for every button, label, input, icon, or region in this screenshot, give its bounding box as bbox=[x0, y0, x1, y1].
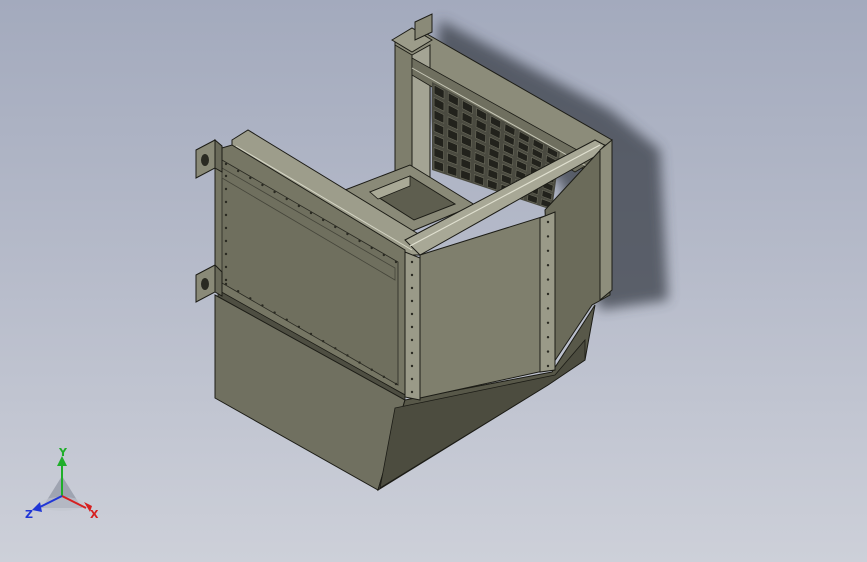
rivet bbox=[546, 249, 550, 252]
rivet bbox=[224, 278, 228, 282]
rivet bbox=[273, 311, 276, 314]
rivet bbox=[309, 332, 313, 336]
rivet bbox=[394, 260, 398, 264]
rivet bbox=[346, 354, 349, 357]
rivet bbox=[297, 204, 301, 208]
rivet bbox=[334, 225, 337, 229]
rivet bbox=[224, 174, 228, 178]
rivet bbox=[410, 299, 414, 303]
rivet bbox=[224, 252, 228, 256]
rivet bbox=[370, 246, 373, 250]
rivet bbox=[321, 339, 325, 343]
rivet bbox=[410, 325, 414, 329]
rivet bbox=[410, 286, 414, 290]
rivet bbox=[382, 253, 386, 257]
rivet bbox=[334, 347, 337, 350]
x-axis-label: X bbox=[90, 508, 99, 521]
rivet bbox=[224, 200, 228, 204]
rivet bbox=[285, 197, 288, 201]
rivet bbox=[236, 169, 240, 173]
rivet bbox=[236, 289, 240, 293]
rivet bbox=[309, 211, 313, 215]
rivet bbox=[261, 183, 264, 187]
rivet bbox=[410, 364, 414, 368]
rivet bbox=[546, 264, 550, 267]
rivet bbox=[410, 390, 414, 394]
rivet bbox=[546, 321, 550, 324]
rivet bbox=[546, 235, 550, 238]
rivet bbox=[273, 190, 276, 194]
rivet bbox=[224, 162, 228, 166]
rivet bbox=[224, 282, 228, 286]
rivet bbox=[410, 338, 414, 342]
rivet bbox=[249, 176, 252, 180]
3d-model-view[interactable] bbox=[0, 0, 867, 562]
rivet bbox=[358, 361, 361, 364]
rivet bbox=[410, 312, 414, 316]
rivet bbox=[285, 318, 288, 321]
rivet bbox=[358, 239, 361, 243]
rivet bbox=[394, 382, 398, 386]
rivet bbox=[224, 187, 228, 191]
graphics-viewport[interactable]: Y X Z bbox=[0, 0, 867, 562]
rivet bbox=[546, 220, 550, 224]
rivet bbox=[261, 304, 264, 307]
rivet bbox=[297, 325, 301, 329]
rivet bbox=[249, 297, 252, 300]
rivet bbox=[546, 278, 550, 281]
rivet bbox=[224, 239, 228, 243]
rivet bbox=[224, 265, 228, 269]
rivet bbox=[410, 377, 414, 381]
rivet bbox=[410, 351, 414, 355]
rivet bbox=[370, 368, 373, 371]
y-axis-label: Y bbox=[58, 446, 68, 459]
view-orientation-triad[interactable]: Y X Z bbox=[22, 446, 112, 526]
rivet bbox=[410, 273, 414, 277]
rivet bbox=[346, 232, 349, 236]
rivet bbox=[224, 213, 228, 217]
rivet bbox=[546, 364, 550, 368]
rivet bbox=[224, 226, 228, 230]
rivet bbox=[546, 350, 550, 353]
rivet bbox=[546, 292, 550, 296]
rivet bbox=[321, 218, 325, 222]
rivet bbox=[546, 307, 550, 310]
rivet bbox=[382, 375, 386, 379]
rivet bbox=[410, 260, 414, 264]
rivet bbox=[546, 336, 550, 339]
z-axis-label: Z bbox=[25, 508, 33, 521]
